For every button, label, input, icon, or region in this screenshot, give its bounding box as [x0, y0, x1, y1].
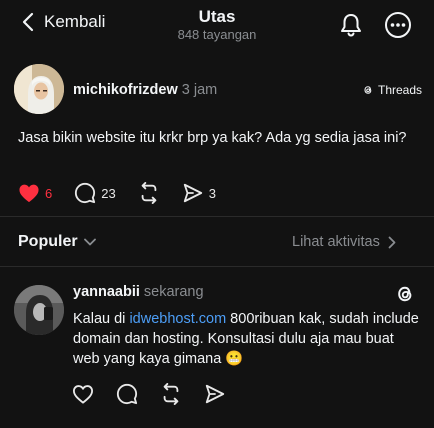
- reply-username[interactable]: yannaabii: [73, 284, 140, 300]
- reply-time: sekarang: [143, 284, 204, 300]
- view-activity-label: Lihat aktivitas: [292, 234, 380, 250]
- page-title: Utas: [198, 7, 236, 26]
- more-icon: [385, 12, 411, 38]
- grimace-emoji: 😬: [225, 351, 244, 367]
- post-username[interactable]: michikofrizdew: [73, 82, 178, 98]
- comment-icon[interactable]: [116, 383, 138, 405]
- heart-icon[interactable]: [72, 384, 94, 404]
- avatar-image: [14, 64, 64, 114]
- send-icon: [183, 183, 202, 203]
- like-button[interactable]: 6: [18, 183, 52, 203]
- sort-dropdown[interactable]: Populer: [18, 233, 96, 251]
- share-button[interactable]: 3: [182, 182, 216, 204]
- sort-label: Populer: [18, 233, 78, 250]
- notification-button[interactable]: [338, 12, 364, 38]
- threads-logo-icon: [398, 286, 412, 302]
- reply-link[interactable]: idwebhost.com: [129, 311, 226, 327]
- threads-source: Threads: [362, 83, 422, 97]
- more-options-button[interactable]: [384, 11, 412, 39]
- heart-filled-icon: [19, 184, 39, 203]
- repost-icon: [141, 182, 157, 204]
- divider: [0, 216, 434, 217]
- reply-text-before: Kalau di: [73, 311, 130, 327]
- post-time: 3 jam: [181, 82, 218, 98]
- divider: [0, 266, 434, 267]
- view-count: 848 tayangan: [177, 27, 257, 42]
- post-actions: 6 23 3: [18, 182, 238, 204]
- source-label: Threads: [378, 83, 423, 97]
- reply-avatar[interactable]: [14, 285, 64, 335]
- avatar[interactable]: [14, 64, 64, 114]
- avatar-image: [14, 285, 64, 335]
- share-count: 3: [208, 185, 216, 201]
- repost-button[interactable]: [138, 182, 160, 204]
- reply-author[interactable]: yannaabii sekarang: [73, 284, 204, 300]
- threads-logo-icon: [364, 86, 372, 94]
- view-activity-link[interactable]: Lihat aktivitas: [292, 234, 396, 250]
- reply-actions: [72, 383, 226, 405]
- reply-button[interactable]: 23: [74, 182, 116, 204]
- repost-icon[interactable]: [160, 383, 182, 405]
- reply-text: Kalau di idwebhost.com 800ribuan kak, su…: [73, 309, 423, 369]
- comment-icon: [75, 182, 96, 204]
- reply-count: 23: [101, 185, 116, 201]
- like-count: 6: [45, 185, 53, 201]
- post-text: Jasa bikin website itu krkr brp ya kak? …: [18, 130, 407, 146]
- bell-icon: [341, 14, 361, 37]
- chevron-down-icon: [83, 238, 96, 246]
- chevron-right-icon: [388, 236, 396, 248]
- send-icon[interactable]: [204, 383, 226, 405]
- post-author[interactable]: michikofrizdew 3 jam: [73, 82, 217, 98]
- threads-logo: [395, 284, 415, 304]
